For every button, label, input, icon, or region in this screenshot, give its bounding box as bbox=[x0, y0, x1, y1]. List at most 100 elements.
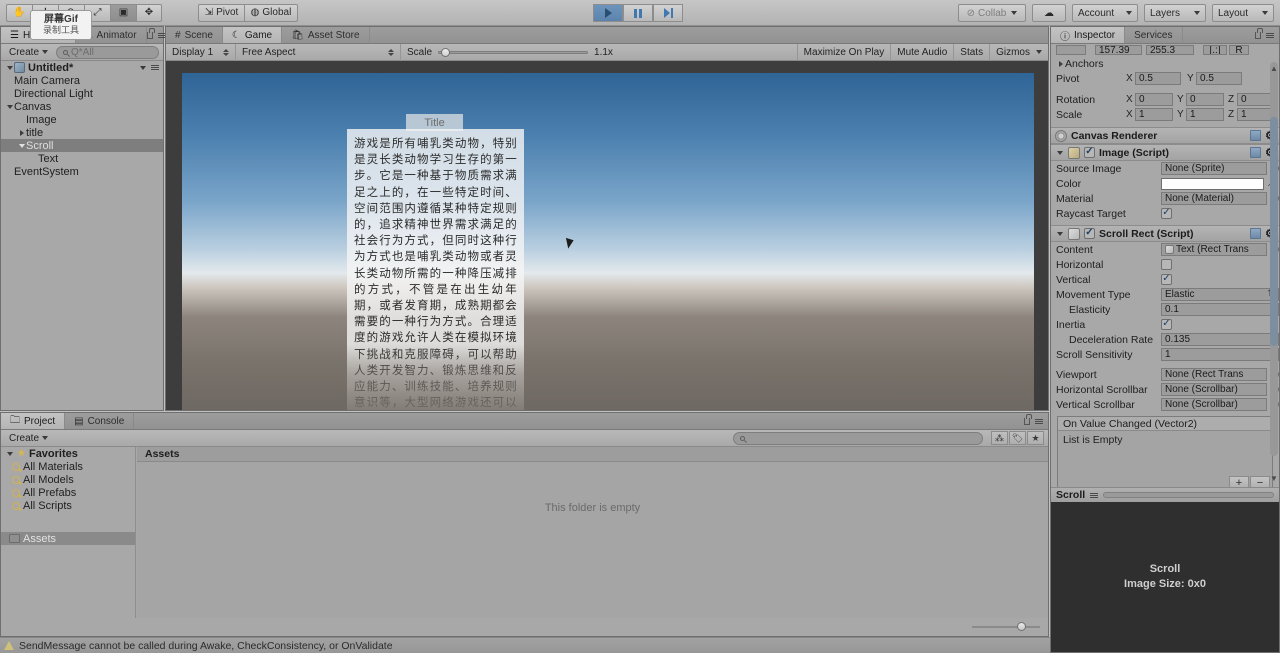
global-toggle-button[interactable]: ◍ Global bbox=[244, 3, 298, 22]
scrollrect-enabled-checkbox[interactable] bbox=[1084, 228, 1095, 239]
assets-tree-item[interactable]: Assets bbox=[1, 532, 135, 545]
hierarchy-item-image[interactable]: Image bbox=[1, 113, 163, 126]
pause-button[interactable] bbox=[623, 4, 653, 22]
lock-icon[interactable] bbox=[1255, 27, 1263, 39]
tab-project[interactable]: 🗀 Project bbox=[1, 413, 66, 429]
create-button[interactable]: Create bbox=[5, 47, 52, 58]
hierarchy-item-main-camera[interactable]: Main Camera bbox=[1, 74, 163, 87]
material-field[interactable]: None (Material) bbox=[1161, 192, 1267, 205]
foldout-open-icon[interactable] bbox=[17, 143, 26, 148]
ui-scroll-panel[interactable]: 游戏是所有哺乳类动物，特别是灵长类动物学习生存的第一步。它是一种基于物质需求满足… bbox=[347, 129, 524, 410]
component-header-canvas-renderer[interactable]: Canvas Renderer ⚙ bbox=[1051, 127, 1279, 144]
rotation-x-field[interactable]: 0 bbox=[1135, 93, 1173, 106]
help-icon[interactable] bbox=[1250, 147, 1262, 158]
tab-services[interactable]: Services bbox=[1125, 27, 1183, 43]
favorite-item-all-scripts[interactable]: All Scripts bbox=[1, 499, 135, 512]
rect-tool-button[interactable]: ▣ bbox=[110, 3, 136, 22]
scene-row-menu[interactable] bbox=[140, 65, 163, 70]
foldout-closed-icon[interactable] bbox=[17, 129, 26, 136]
tab-console[interactable]: ▤ Console bbox=[65, 413, 135, 429]
horizontal-scrollbar-field[interactable]: None (Scrollbar) bbox=[1161, 383, 1267, 396]
deceleration-field[interactable]: 0.135 bbox=[1161, 333, 1279, 346]
project-content[interactable]: Assets This folder is empty bbox=[137, 447, 1048, 618]
inertia-checkbox[interactable] bbox=[1161, 319, 1172, 330]
account-dropdown[interactable]: Account bbox=[1072, 4, 1138, 22]
favorite-filter-icon[interactable]: ★ bbox=[1027, 431, 1044, 445]
scale-x-field[interactable]: 1 bbox=[1135, 108, 1173, 121]
favorite-item-all-models[interactable]: All Models bbox=[1, 473, 135, 486]
favorites-root[interactable]: ★ Favorites bbox=[1, 447, 135, 460]
favorites-foldout-icon[interactable] bbox=[5, 451, 14, 456]
project-search-input[interactable] bbox=[733, 431, 983, 445]
hierarchy-item-directional-light[interactable]: Directional Light bbox=[1, 87, 163, 100]
component-header-scroll-rect[interactable]: Scroll Rect (Script) ⚙ bbox=[1051, 225, 1279, 242]
preview-resize-handle[interactable] bbox=[1103, 492, 1274, 498]
scene-foldout-icon[interactable] bbox=[5, 65, 14, 70]
lock-icon[interactable] bbox=[1024, 413, 1032, 425]
menu-icon[interactable] bbox=[1035, 418, 1043, 424]
scroll-up-arrow-icon[interactable]: ▲ bbox=[1270, 64, 1278, 73]
thumbnail-size-slider[interactable] bbox=[972, 622, 1040, 631]
hierarchy-item-eventsystem[interactable]: EventSystem bbox=[1, 165, 163, 178]
hierarchy-search-input[interactable]: Q*All bbox=[56, 45, 159, 59]
play-button[interactable] bbox=[593, 4, 623, 22]
raycast-target-checkbox[interactable] bbox=[1161, 208, 1172, 219]
filter-by-label-icon[interactable]: 🏷 bbox=[1009, 431, 1026, 445]
cloud-button[interactable]: ☁ bbox=[1032, 4, 1066, 22]
scrollrect-foldout-icon[interactable] bbox=[1055, 231, 1064, 236]
inspector-scrollbar[interactable] bbox=[1270, 62, 1278, 456]
transform-tool-button[interactable]: ✥ bbox=[136, 3, 162, 22]
movement-type-dropdown[interactable]: Elastic bbox=[1161, 288, 1279, 301]
lock-icon[interactable] bbox=[146, 27, 155, 39]
image-foldout-icon[interactable] bbox=[1055, 150, 1064, 155]
anchors-foldout-row[interactable]: Anchors bbox=[1051, 56, 1279, 71]
menu-icon[interactable] bbox=[151, 65, 159, 70]
help-icon[interactable] bbox=[1250, 228, 1262, 239]
pivot-y-field[interactable]: 0.5 bbox=[1196, 72, 1242, 85]
vertical-checkbox[interactable] bbox=[1161, 274, 1172, 285]
hierarchy-item-title[interactable]: title bbox=[1, 126, 163, 139]
rect-height-field[interactable]: 255.3 bbox=[1146, 45, 1194, 55]
status-bar[interactable]: SendMessage cannot be called during Awak… bbox=[0, 637, 1050, 653]
tab-game[interactable]: ☾ Game bbox=[222, 27, 283, 43]
horizontal-checkbox[interactable] bbox=[1161, 259, 1172, 270]
hierarchy-scene-root[interactable]: Untitled* bbox=[1, 61, 163, 74]
viewport-field[interactable]: None (Rect Trans bbox=[1161, 368, 1267, 381]
blueprint-mode-toggle[interactable]: [.:] bbox=[1203, 45, 1227, 55]
hierarchy-item-text[interactable]: Text bbox=[1, 152, 163, 165]
tab-inspector[interactable]: ⓘ Inspector bbox=[1051, 27, 1126, 43]
filter-by-type-icon[interactable]: ⁂ bbox=[991, 431, 1008, 445]
rect-anchor-preset[interactable] bbox=[1056, 45, 1086, 55]
image-enabled-checkbox[interactable] bbox=[1084, 147, 1095, 158]
preview-header[interactable]: Scroll bbox=[1051, 487, 1279, 502]
tab-asset-store[interactable]: 🛍 Asset Store bbox=[282, 27, 370, 43]
menu-icon[interactable] bbox=[1090, 492, 1099, 498]
elasticity-field[interactable]: 0.1 bbox=[1161, 303, 1279, 316]
scale-y-field[interactable]: 1 bbox=[1186, 108, 1224, 121]
hand-tool-button[interactable]: ✋ bbox=[6, 3, 32, 22]
favorite-item-all-materials[interactable]: All Materials bbox=[1, 460, 135, 473]
hierarchy-item-scroll[interactable]: Scroll bbox=[1, 139, 163, 152]
hierarchy-item-canvas[interactable]: Canvas bbox=[1, 100, 163, 113]
content-field[interactable]: Text (Rect Trans bbox=[1161, 243, 1267, 256]
step-button[interactable] bbox=[653, 4, 683, 22]
rect-width-field[interactable]: 157.39 bbox=[1095, 45, 1142, 55]
layers-dropdown[interactable]: Layers bbox=[1144, 4, 1206, 22]
scroll-down-arrow-icon[interactable]: ▼ bbox=[1270, 474, 1278, 483]
scroll-sensitivity-field[interactable]: 1 bbox=[1161, 348, 1279, 361]
tab-scene[interactable]: # Scene bbox=[166, 27, 223, 43]
layout-dropdown[interactable]: Layout bbox=[1212, 4, 1274, 22]
game-render-area[interactable]: Title 游戏是所有哺乳类动物，特别是灵长类动物学习生存的第一步。它是一种基于… bbox=[166, 44, 1048, 410]
pivot-x-field[interactable]: 0.5 bbox=[1135, 72, 1181, 85]
raw-edit-toggle[interactable]: R bbox=[1229, 45, 1249, 55]
collab-button[interactable]: ⊘ Collab bbox=[958, 4, 1026, 22]
gif-recorder-overlay[interactable]: 屏幕Gif 录制工具 bbox=[30, 10, 92, 40]
menu-icon[interactable] bbox=[1266, 32, 1274, 38]
source-image-field[interactable]: None (Sprite) bbox=[1161, 162, 1267, 175]
help-icon[interactable] bbox=[1250, 130, 1262, 141]
favorite-item-all-prefabs[interactable]: All Prefabs bbox=[1, 486, 135, 499]
pivot-toggle-button[interactable]: ⇲ Pivot bbox=[198, 3, 244, 22]
anchors-foldout-icon[interactable] bbox=[1056, 60, 1065, 67]
foldout-open-icon[interactable] bbox=[5, 104, 14, 109]
color-swatch[interactable] bbox=[1161, 177, 1264, 190]
